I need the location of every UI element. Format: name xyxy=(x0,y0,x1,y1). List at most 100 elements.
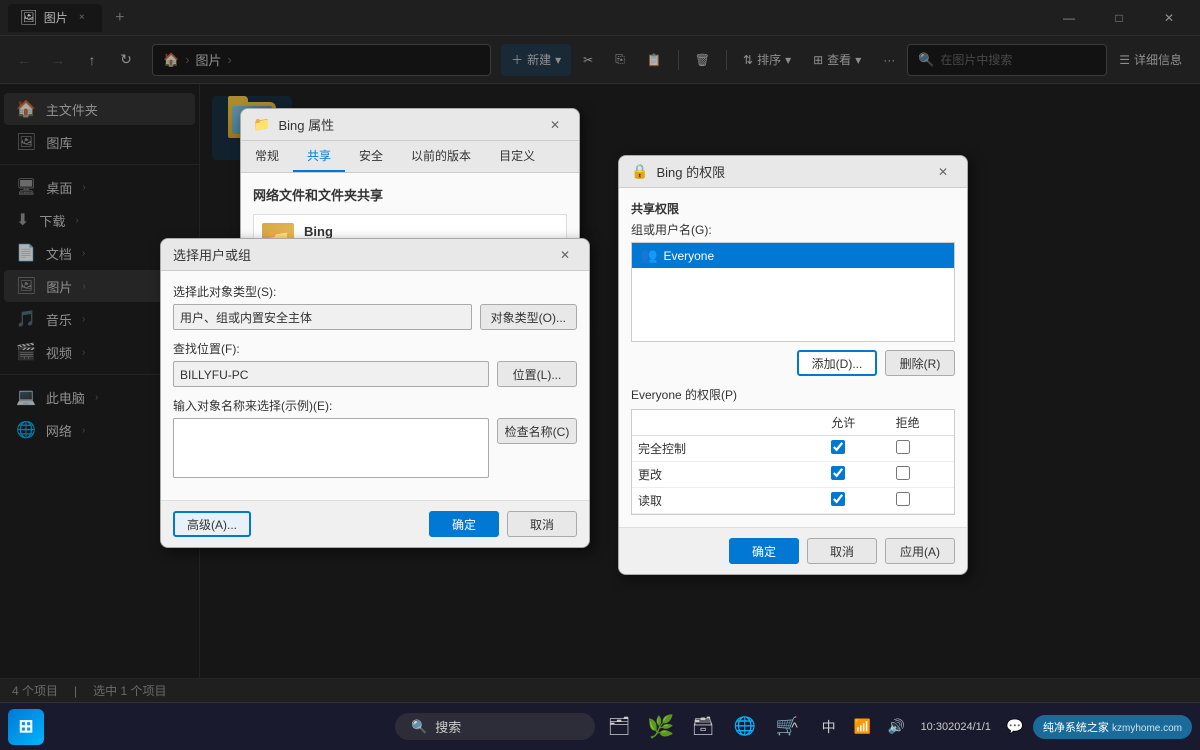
taskbar-explorer[interactable]: 🗂 xyxy=(601,709,637,745)
perm-full-deny xyxy=(890,436,954,462)
advanced-button[interactable]: 高级(A)... xyxy=(173,511,251,537)
object-type-button[interactable]: 对象类型(O)... xyxy=(480,304,577,330)
perm-read-allow-cb[interactable] xyxy=(831,492,845,506)
dialog-select-user: 选择用户或组 ✕ 选择此对象类型(S): 用户、组或内置安全主体 对象类型(O)… xyxy=(160,238,590,548)
taskbar-search-label: 搜索 xyxy=(435,717,461,736)
perm-row-full: 完全控制 xyxy=(632,436,954,462)
object-type-value: 用户、组或内置安全主体 xyxy=(173,304,472,330)
perm-row-read: 读取 xyxy=(632,488,954,514)
windows-start-button[interactable]: ⊞ xyxy=(8,709,44,745)
perm-read-allow xyxy=(825,488,889,514)
network-tray-icon[interactable]: 📶 xyxy=(849,713,877,741)
dialog-bing-permissions: 🔒 Bing 的权限 ✕ 共享权限 组或用户名(G): 👥 Everyone 添… xyxy=(618,155,968,575)
perm-add-button[interactable]: 添加(D)... xyxy=(797,350,877,376)
perm-full-allow-cb[interactable] xyxy=(831,440,845,454)
perm-change-allow-cb[interactable] xyxy=(831,466,845,480)
input-label: 输入对象名称来选择(示例)(E): xyxy=(173,397,577,414)
perms-footer: 确定 取消 应用(A) xyxy=(619,527,967,574)
taskbar-app1[interactable]: 🌿 xyxy=(643,709,679,745)
perms-table-container: 允许 拒绝 完全控制 更改 读取 xyxy=(631,409,955,515)
select-user-footer: 高级(A)... 确定 取消 xyxy=(161,500,589,547)
location-row: 查找位置(F): BILLYFU-PC 位置(L)... xyxy=(173,340,577,387)
perms-body: 共享权限 组或用户名(G): 👥 Everyone 添加(D)... 删除(R)… xyxy=(619,188,967,527)
perms-btn-row: 添加(D)... 删除(R) xyxy=(631,350,955,376)
taskbar-center: 🔍 搜索 🗂 🌿 🗃 🌐 🛒 xyxy=(395,709,805,745)
user-input-field[interactable] xyxy=(173,418,489,478)
perm-section-title: Everyone 的权限(P) xyxy=(631,386,955,403)
perm-change-allow xyxy=(825,462,889,488)
perms-title-bar: 🔒 Bing 的权限 ✕ xyxy=(619,156,967,188)
share-section-title: 网络文件和文件夹共享 xyxy=(253,185,567,204)
perms-list-item-everyone[interactable]: 👥 Everyone xyxy=(632,243,954,268)
perm-read-deny-cb[interactable] xyxy=(896,492,910,506)
watermark-url: kzmyhome.com xyxy=(1112,723,1182,734)
taskbar-edge[interactable]: 🌐 xyxy=(727,709,763,745)
location-field-row: BILLYFU-PC 位置(L)... xyxy=(173,361,577,387)
col-deny: 拒绝 xyxy=(890,410,954,436)
taskbar-search[interactable]: 🔍 搜索 xyxy=(395,713,595,740)
perm-change-deny-cb[interactable] xyxy=(896,466,910,480)
perm-full-allow xyxy=(825,436,889,462)
taskbar-app2[interactable]: 🗃 xyxy=(685,709,721,745)
speaker-tray-icon[interactable]: 🔊 xyxy=(883,713,911,741)
watermark: 纯净系统之家 kzmyhome.com xyxy=(1033,715,1192,739)
perm-full-label: 完全控制 xyxy=(632,436,825,462)
perm-remove-button[interactable]: 删除(R) xyxy=(885,350,955,376)
perms-cancel[interactable]: 取消 xyxy=(807,538,877,564)
taskbar-left: ⊞ xyxy=(0,709,44,745)
taskbar-search-icon: 🔍 xyxy=(411,719,427,735)
bing-props-title-bar: 📁 Bing 属性 ✕ xyxy=(241,109,579,141)
bing-props-close[interactable]: ✕ xyxy=(543,113,567,137)
user-icon: 👥 xyxy=(640,247,657,264)
bing-props-title-text: Bing 属性 xyxy=(278,115,535,134)
system-tray: ^ 中 📶 🔊 10:30 2024/1/1 💬 xyxy=(781,713,1029,741)
perms-apply[interactable]: 应用(A) xyxy=(885,538,955,564)
perms-close[interactable]: ✕ xyxy=(931,160,955,184)
perms-ok[interactable]: 确定 xyxy=(729,538,799,564)
location-button[interactable]: 位置(L)... xyxy=(497,361,577,387)
select-user-close[interactable]: ✕ xyxy=(553,243,577,267)
tab-versions[interactable]: 以前的版本 xyxy=(397,141,485,172)
bing-props-tabs: 常规 共享 安全 以前的版本 目定义 xyxy=(241,141,579,173)
location-value: BILLYFU-PC xyxy=(173,361,489,387)
perm-row-change: 更改 xyxy=(632,462,954,488)
location-label: 查找位置(F): xyxy=(173,340,577,357)
user-everyone-label: Everyone xyxy=(663,249,714,263)
check-names-button[interactable]: 检查名称(C) xyxy=(497,418,577,444)
object-type-label: 选择此对象类型(S): xyxy=(173,283,577,300)
input-field-row: 检查名称(C) xyxy=(173,418,577,478)
lang-indicator[interactable]: 中 xyxy=(815,713,843,741)
tab-share[interactable]: 共享 xyxy=(293,141,345,172)
tab-security[interactable]: 安全 xyxy=(345,141,397,172)
select-user-title-text: 选择用户或组 xyxy=(173,245,545,264)
perms-title-text: Bing 的权限 xyxy=(656,162,923,181)
taskbar-store[interactable]: 🛒 xyxy=(769,709,805,745)
perms-dialog-icon: 🔒 xyxy=(631,163,648,180)
perm-read-deny xyxy=(890,488,954,514)
clock[interactable]: 10:30 2024/1/1 xyxy=(917,713,995,741)
props-icon: 📁 xyxy=(253,116,270,133)
perm-change-label: 更改 xyxy=(632,462,825,488)
select-user-body: 选择此对象类型(S): 用户、组或内置安全主体 对象类型(O)... 查找位置(… xyxy=(161,271,589,500)
select-user-cancel[interactable]: 取消 xyxy=(507,511,577,537)
perm-read-label: 读取 xyxy=(632,488,825,514)
object-type-row: 选择此对象类型(S): 用户、组或内置安全主体 对象类型(O)... xyxy=(173,283,577,330)
perm-full-deny-cb[interactable] xyxy=(896,440,910,454)
notifications-icon[interactable]: 💬 xyxy=(1001,713,1029,741)
taskbar-right: ^ 中 📶 🔊 10:30 2024/1/1 💬 纯净系统之家 kzmyhome… xyxy=(781,713,1200,741)
perms-users-list: 👥 Everyone xyxy=(631,242,955,342)
ok-cancel-group: 确定 取消 xyxy=(429,511,577,537)
share-perms-label: 共享权限 xyxy=(631,200,955,217)
share-folder-name: Bing xyxy=(304,224,337,239)
select-user-title-bar: 选择用户或组 ✕ xyxy=(161,239,589,271)
object-type-field-row: 用户、组或内置安全主体 对象类型(O)... xyxy=(173,304,577,330)
perm-change-deny xyxy=(890,462,954,488)
col-allow: 允许 xyxy=(825,410,889,436)
group-users-label: 组或用户名(G): xyxy=(631,221,955,238)
tab-custom[interactable]: 目定义 xyxy=(485,141,549,172)
perms-table: 允许 拒绝 完全控制 更改 读取 xyxy=(632,410,954,514)
select-user-ok[interactable]: 确定 xyxy=(429,511,499,537)
tab-general[interactable]: 常规 xyxy=(241,141,293,172)
taskbar: ⊞ 🔍 搜索 🗂 🌿 🗃 🌐 🛒 ^ 中 📶 🔊 10:30 2024/1/1 … xyxy=(0,702,1200,750)
input-row: 输入对象名称来选择(示例)(E): 检查名称(C) xyxy=(173,397,577,478)
